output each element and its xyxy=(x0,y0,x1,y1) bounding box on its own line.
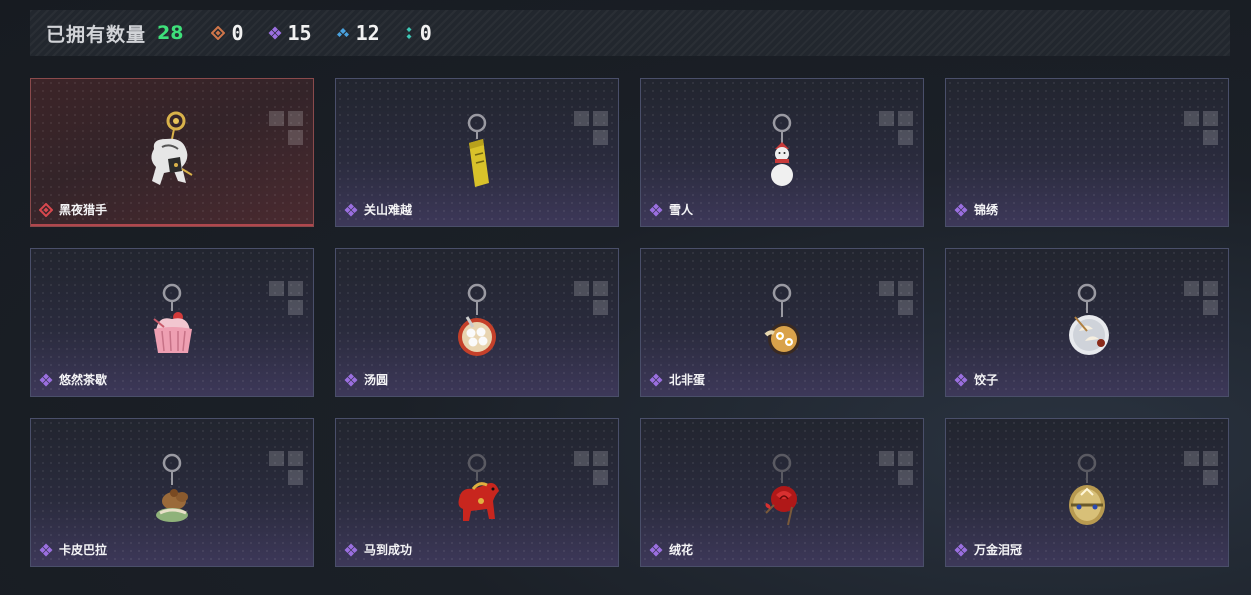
charm-card[interactable]: 关山难越 xyxy=(335,78,619,227)
corner-pattern-icon xyxy=(1184,111,1218,145)
purple-diamond-rarity-icon xyxy=(954,373,968,386)
corner-pattern-icon xyxy=(574,281,608,315)
stat-orange-count: 0 xyxy=(231,21,244,45)
owned-count: 28 xyxy=(157,22,184,44)
charm-card[interactable]: 万金泪冠 xyxy=(945,418,1229,567)
charm-name: 卡皮巴拉 xyxy=(59,543,108,557)
owned-label: 已拥有数量 xyxy=(46,23,147,46)
teal-dots-rarity-icon xyxy=(406,27,412,39)
corner-pattern-icon xyxy=(1184,451,1218,485)
dumpling-plate-charm-icon xyxy=(1069,283,1109,355)
charm-name: 悠然茶歇 xyxy=(59,373,108,387)
charm-card[interactable]: 饺子 xyxy=(945,248,1229,397)
corner-pattern-icon xyxy=(269,111,303,145)
corner-pattern-icon xyxy=(269,451,303,485)
stat-purple-count: 15 xyxy=(287,21,312,45)
stat-purple: 15 xyxy=(268,21,312,45)
yellow-can-charm-icon xyxy=(467,113,489,187)
owned-summary-bar: 已拥有数量 28 0 15 12 0 xyxy=(30,10,1230,56)
charm-card[interactable]: 汤圆 xyxy=(335,248,619,397)
corner-pattern-icon xyxy=(574,451,608,485)
tangyuan-bowl-charm-icon xyxy=(458,283,496,356)
golden-crown-egg-charm-icon xyxy=(1069,453,1105,525)
charm-name: 锦绣 xyxy=(974,203,999,217)
stat-teal-count: 0 xyxy=(419,21,432,45)
corner-pattern-icon xyxy=(574,111,608,145)
charm-name: 绒花 xyxy=(669,543,694,557)
purple-diamond-rarity-icon xyxy=(268,26,282,40)
cupcake-charm-icon xyxy=(153,283,192,353)
charm-name: 饺子 xyxy=(974,373,999,387)
charm-card[interactable]: 锦绣 xyxy=(945,78,1229,227)
charm-card[interactable]: 黑夜猎手 xyxy=(30,78,314,227)
charm-name: 马到成功 xyxy=(364,543,413,557)
stat-orange: 0 xyxy=(211,21,244,45)
red-rose-charm-icon xyxy=(765,453,797,526)
red-diamond-rarity-icon xyxy=(39,202,53,217)
hunter-charm-icon xyxy=(151,111,193,185)
corner-pattern-icon xyxy=(879,451,913,485)
charm-grid: 黑夜猎手 关山难越 雪人 锦绣 悠然茶歇 汤圆 北非蛋 饺子 卡皮巴拉 马到成功… xyxy=(30,78,1230,568)
charm-card[interactable]: 绒花 xyxy=(640,418,924,567)
snowman-charm-icon xyxy=(771,113,793,186)
purple-diamond-rarity-icon xyxy=(39,543,53,556)
capybara-charm-icon xyxy=(156,453,188,522)
purple-diamond-rarity-icon xyxy=(344,543,358,556)
red-horse-charm-icon xyxy=(458,453,499,521)
charm-card[interactable]: 马到成功 xyxy=(335,418,619,567)
purple-diamond-rarity-icon xyxy=(649,543,663,556)
purple-diamond-rarity-icon xyxy=(649,373,663,386)
corner-pattern-icon xyxy=(879,111,913,145)
purple-diamond-rarity-icon xyxy=(344,203,358,216)
stat-teal: 0 xyxy=(404,21,432,45)
orange-diamond-rarity-icon xyxy=(211,26,226,40)
charm-name: 北非蛋 xyxy=(669,373,706,387)
purple-diamond-rarity-icon xyxy=(954,543,968,556)
charm-name: 黑夜猎手 xyxy=(59,203,108,217)
purple-diamond-rarity-icon xyxy=(344,373,358,386)
charm-name: 关山难越 xyxy=(364,203,413,217)
charm-card[interactable]: 卡皮巴拉 xyxy=(30,418,314,567)
charm-card[interactable]: 北非蛋 xyxy=(640,248,924,397)
corner-pattern-icon xyxy=(879,281,913,315)
corner-pattern-icon xyxy=(269,281,303,315)
purple-diamond-rarity-icon xyxy=(954,203,968,216)
purple-diamond-rarity-icon xyxy=(39,373,53,386)
stat-blue: 12 xyxy=(336,21,380,45)
blue-diamond-rarity-icon xyxy=(336,28,349,37)
corner-pattern-icon xyxy=(1184,281,1218,315)
purple-diamond-rarity-icon xyxy=(649,203,663,216)
charm-card[interactable]: 雪人 xyxy=(640,78,924,227)
stat-blue-count: 12 xyxy=(355,21,380,45)
shakshuka-charm-icon xyxy=(764,283,800,355)
charm-name: 万金泪冠 xyxy=(974,543,1023,557)
charm-name: 汤圆 xyxy=(364,373,389,387)
charm-card[interactable]: 悠然茶歇 xyxy=(30,248,314,397)
charm-name: 雪人 xyxy=(669,203,694,217)
